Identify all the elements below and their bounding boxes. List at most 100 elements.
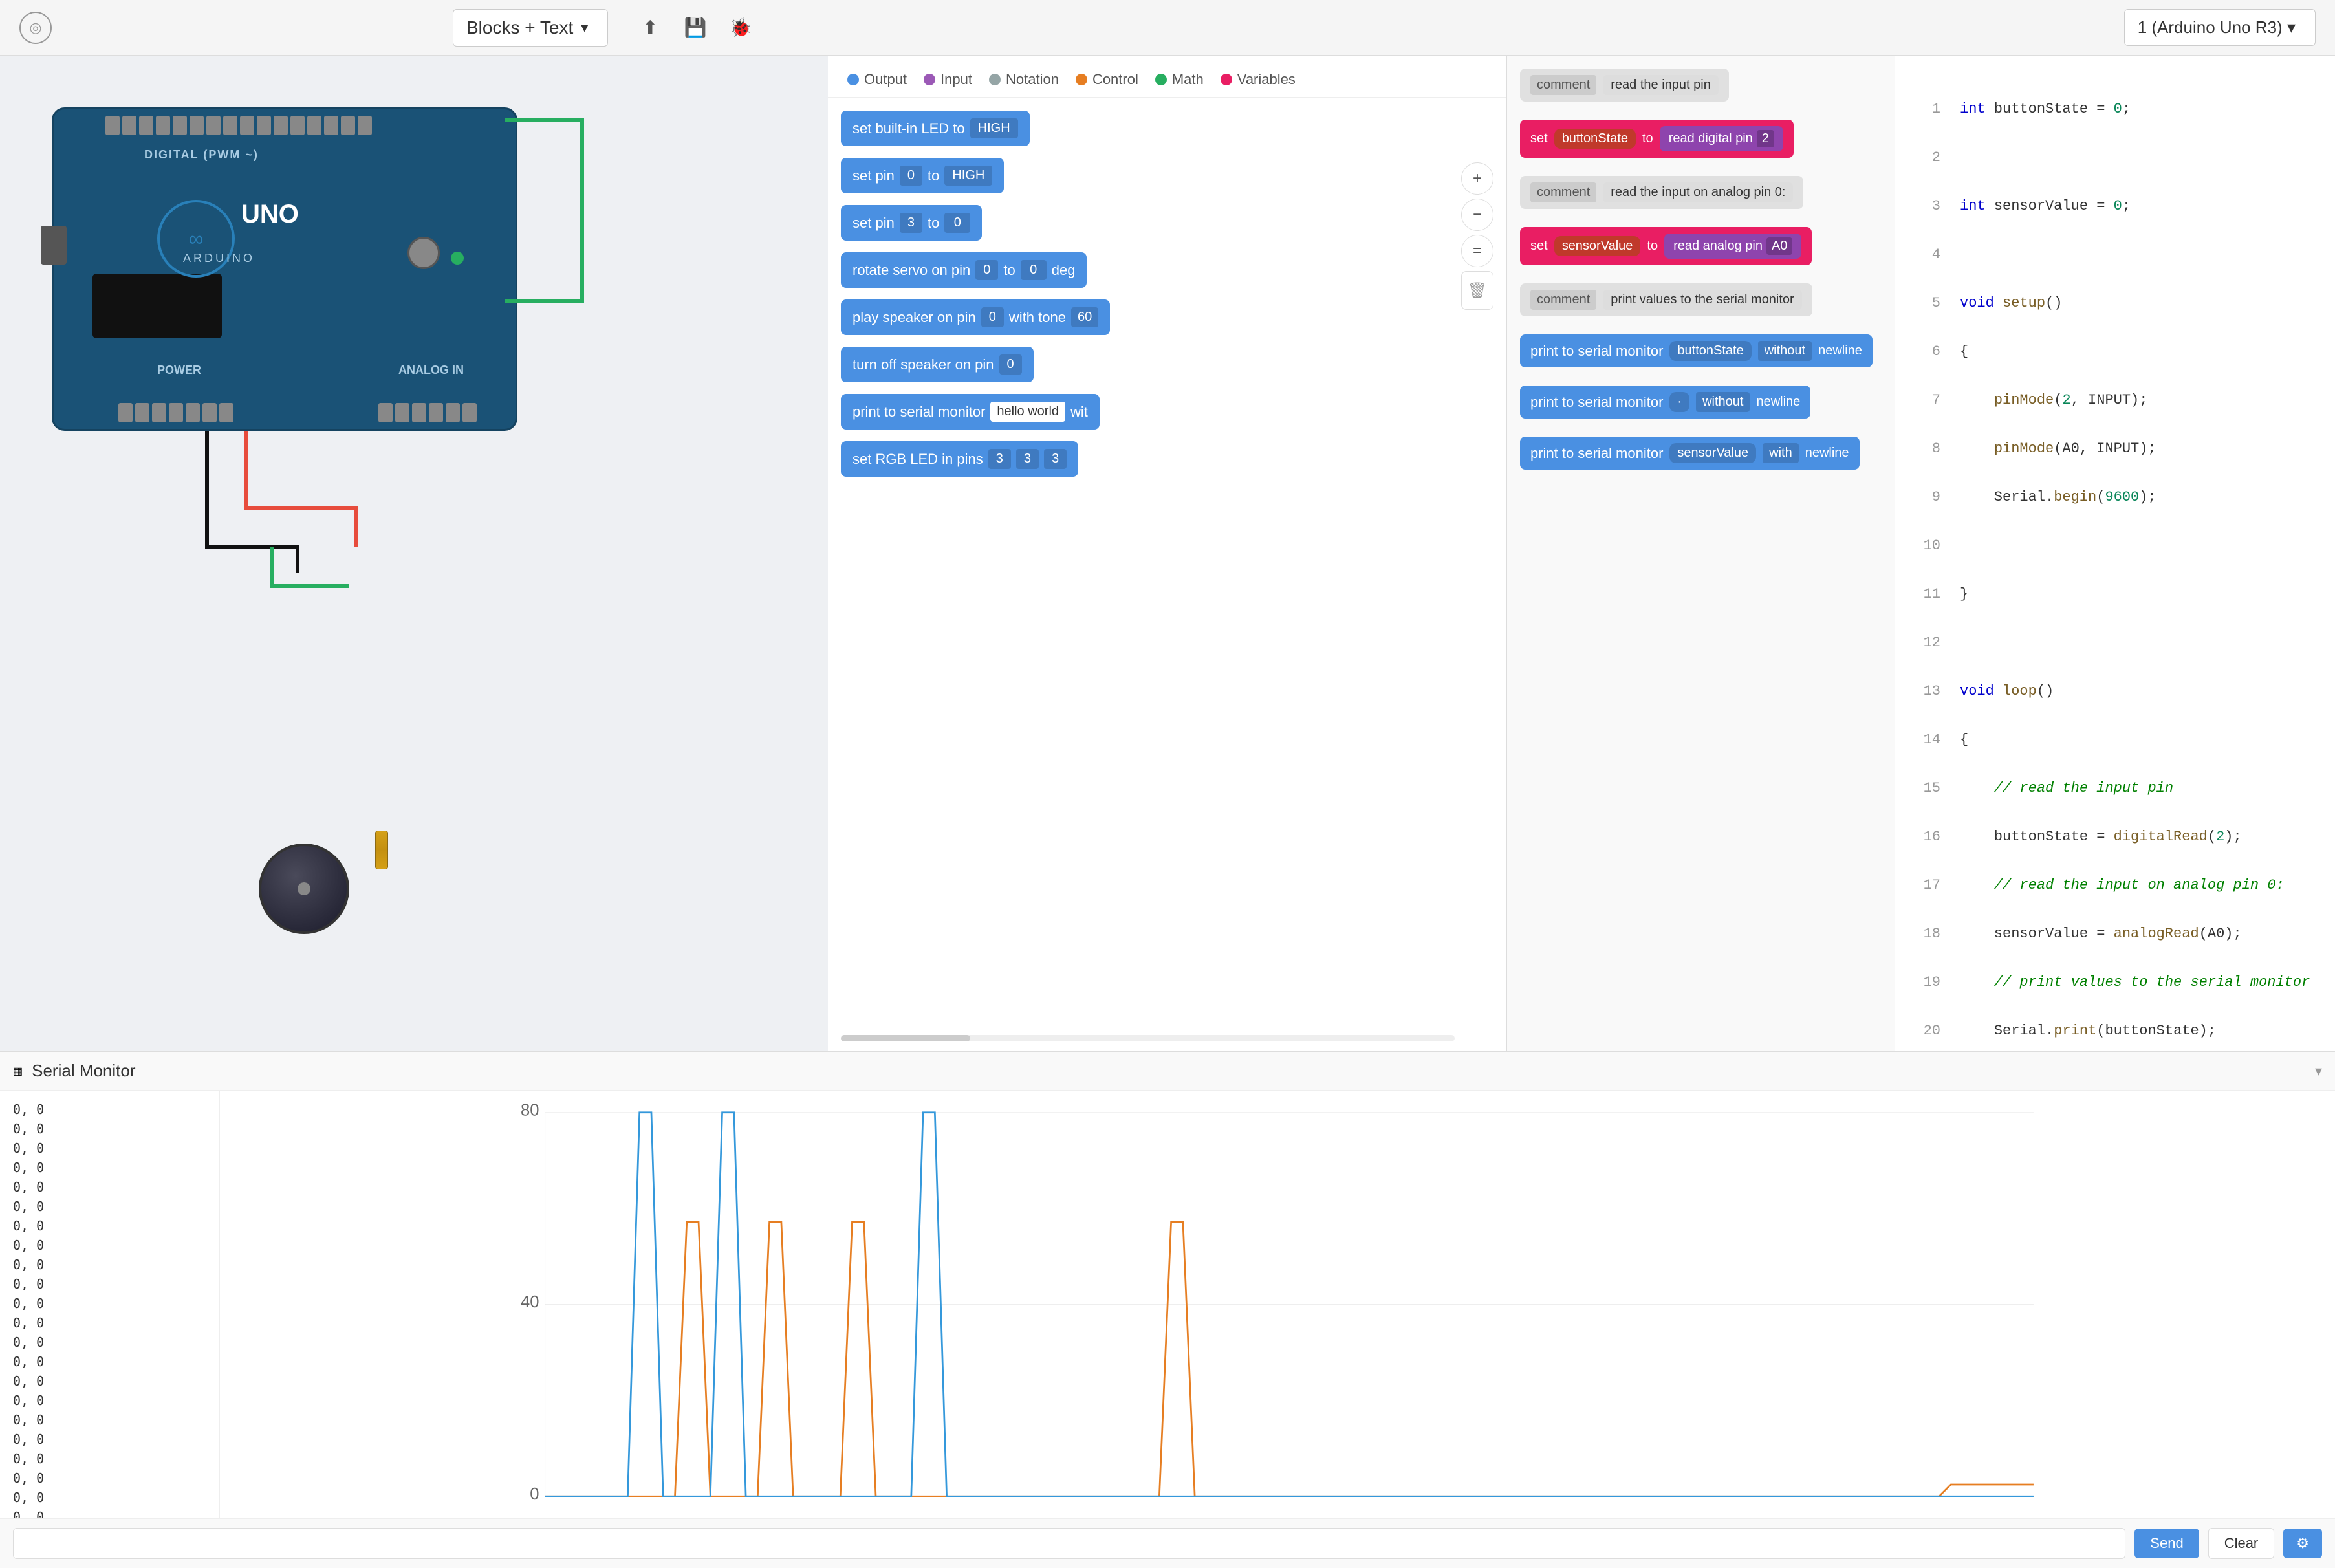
output-dot (847, 74, 859, 85)
print-serial-text: print to serial monitor (853, 404, 985, 420)
device-dropdown[interactable]: 1 (Arduino Uno R3) ▾ (2124, 9, 2316, 46)
pin-5 (274, 116, 288, 135)
pin-gnd2 (202, 403, 217, 422)
print-block-1: print to serial monitor buttonState with… (1520, 334, 1873, 367)
play-speaker-tone-val[interactable]: 60 (1071, 307, 1098, 327)
control-dot (1076, 74, 1087, 85)
autoscroll-button[interactable]: ⚙ (2283, 1529, 2322, 1558)
button-state-var[interactable]: buttonState (1554, 129, 1636, 149)
block-set-pin-val[interactable]: set pin 3 to 0 (841, 205, 982, 241)
category-variables[interactable]: Variables (1214, 69, 1302, 91)
print-opt-3[interactable]: with (1763, 443, 1799, 463)
play-speaker-pin-dropdown[interactable]: 0 (981, 307, 1004, 327)
block-rotate-servo[interactable]: rotate servo on pin 0 to 0 deg (841, 252, 1087, 288)
potentiometer[interactable] (259, 844, 362, 947)
block-print-serial[interactable]: print to serial monitor hello world wit (841, 394, 1100, 430)
upload-button[interactable]: ⬆ (634, 12, 666, 44)
set-pin-high-pin-dropdown[interactable]: 0 (900, 166, 922, 186)
code-line-19: 19 // print values to the serial monitor (1915, 974, 2316, 990)
set-rgb-r-dropdown[interactable]: 3 (988, 449, 1011, 469)
rotate-servo-text: rotate servo on pin (853, 262, 970, 279)
print-var-2[interactable]: · (1669, 392, 1689, 412)
serial-text-output[interactable]: 0, 00, 00, 00, 00, 0 0, 00, 00, 00, 00, … (0, 1091, 220, 1518)
rotate-servo-pin-dropdown[interactable]: 0 (975, 260, 998, 280)
pin-8 (223, 116, 237, 135)
notation-dot (989, 74, 1001, 85)
serial-expand-button[interactable]: ▾ (2315, 1063, 2322, 1080)
comment-block-3-row: comment print values to the serial monit… (1520, 283, 1882, 324)
code-line-14: 14{ (1915, 732, 2316, 748)
print-var-1[interactable]: buttonState (1669, 341, 1751, 361)
pin-11 (173, 116, 187, 135)
pin-a5 (462, 403, 477, 422)
read-analog-text: read analog pin (1673, 239, 1763, 254)
print-var-3[interactable]: sensorValue (1669, 443, 1756, 463)
push-button[interactable] (407, 237, 440, 269)
debug-button[interactable]: 🐞 (724, 12, 757, 44)
play-speaker-text: play speaker on pin (853, 309, 976, 326)
rotate-servo-val[interactable]: 0 (1021, 260, 1047, 280)
save-button[interactable]: 💾 (679, 12, 711, 44)
svg-text:80: 80 (521, 1104, 539, 1119)
set-pin-val-pin-dropdown[interactable]: 3 (900, 213, 922, 233)
category-output[interactable]: Output (841, 69, 913, 91)
microchip (92, 274, 222, 338)
print-serial-wit: wit (1070, 404, 1088, 420)
block-play-speaker-row: play speaker on pin 0 with tone 60 (841, 299, 1493, 335)
category-math[interactable]: Math (1149, 69, 1210, 91)
block-set-rgb[interactable]: set RGB LED in pins 3 3 3 (841, 441, 1078, 477)
category-control[interactable]: Control (1069, 69, 1145, 91)
set-pin-text-1: set pin (853, 168, 895, 184)
serial-panel: ▦ Serial Monitor ▾ 0, 00, 00, 00, 00, 0 … (0, 1052, 2335, 1568)
print-opt-1[interactable]: without (1758, 341, 1812, 361)
turn-off-speaker-text: turn off speaker on pin (853, 356, 994, 373)
math-label: Math (1172, 71, 1204, 88)
category-input[interactable]: Input (917, 69, 979, 91)
sensor-value-var[interactable]: sensorValue (1554, 236, 1641, 256)
set-rgb-g-dropdown[interactable]: 3 (1016, 449, 1039, 469)
comment-block-2-row: comment read the input on analog pin 0: (1520, 176, 1882, 217)
app-logo[interactable]: ◎ (19, 12, 52, 44)
serial-body: 0, 00, 00, 00, 00, 0 0, 00, 00, 00, 00, … (0, 1091, 2335, 1518)
block-play-speaker[interactable]: play speaker on pin 0 with tone 60 (841, 299, 1110, 335)
arduino-text: ARDUINO (183, 252, 255, 265)
block-set-led[interactable]: set built-in LED to HIGH (841, 111, 1030, 146)
chart-svg: 80 40 0 (233, 1104, 2322, 1505)
print-block-2: print to serial monitor · without newlin… (1520, 386, 1810, 419)
pin-3 (307, 116, 321, 135)
clear-button[interactable]: Clear (2208, 1528, 2275, 1559)
code-line-16: 16 buttonState = digitalRead(2); (1915, 829, 2316, 845)
blocks-scroll[interactable] (841, 1035, 1455, 1041)
category-notation[interactable]: Notation (983, 69, 1065, 91)
zoom-fit-button[interactable]: = (1461, 235, 1493, 267)
trash-button[interactable]: 🗑 (1461, 271, 1493, 310)
code-panel: 1int buttonState = 0; 2 3int sensorValue… (1895, 56, 2335, 1051)
block-set-pin-high[interactable]: set pin 0 to HIGH (841, 158, 1004, 193)
set-rgb-b-dropdown[interactable]: 3 (1044, 449, 1067, 469)
bottom-section: ▦ Serial Monitor ▾ 0, 00, 00, 00, 00, 0 … (0, 1051, 2335, 1568)
block-set-led-text: set built-in LED to (853, 120, 965, 137)
pin-a2 (412, 403, 426, 422)
pin-6 (257, 116, 271, 135)
send-button[interactable]: Send (2134, 1529, 2199, 1558)
block-set-rgb-row: set RGB LED in pins 3 3 3 (841, 441, 1493, 477)
pin-2-dropdown[interactable]: 2 (1757, 130, 1774, 147)
mode-dropdown[interactable]: Blocks + Text (453, 9, 608, 47)
power-pins (118, 403, 234, 422)
block-set-led-dropdown[interactable]: HIGH (970, 118, 1018, 138)
digital-pins (105, 116, 372, 135)
set-block-1: set buttonState to read digital pin 2 (1520, 120, 1794, 158)
turn-off-speaker-pin-dropdown[interactable]: 0 (999, 354, 1022, 375)
zoom-out-button[interactable]: − (1461, 199, 1493, 231)
pin-4 (290, 116, 305, 135)
print-serial-value[interactable]: hello world (990, 402, 1065, 422)
block-rotate-servo-row: rotate servo on pin 0 to 0 deg (841, 252, 1493, 288)
pin-a0-dropdown[interactable]: A0 (1766, 237, 1792, 255)
block-turn-off-speaker[interactable]: turn off speaker on pin 0 (841, 347, 1034, 382)
pin-aref (105, 116, 120, 135)
print-opt-2[interactable]: without (1696, 392, 1750, 412)
set-pin-val-value[interactable]: 0 (944, 213, 970, 233)
zoom-in-button[interactable]: + (1461, 162, 1493, 195)
set-pin-high-val-dropdown[interactable]: HIGH (944, 166, 992, 186)
serial-input[interactable] (13, 1528, 2125, 1559)
